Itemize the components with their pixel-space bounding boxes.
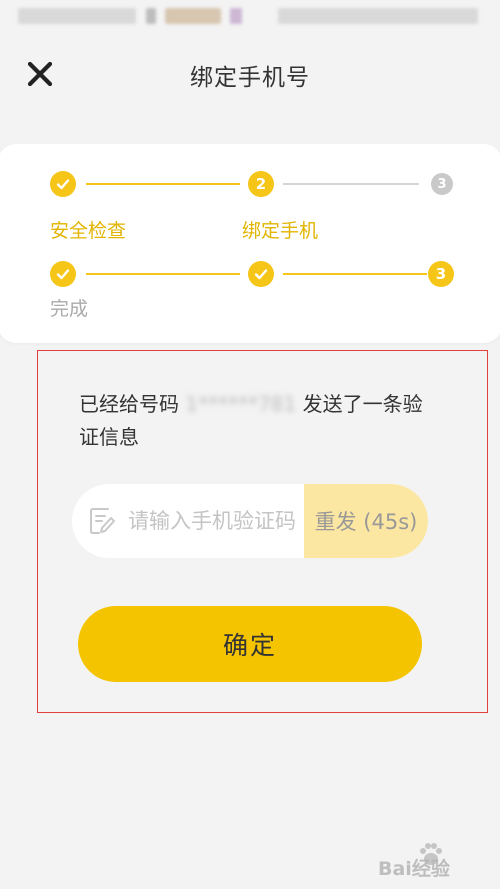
step-2-done-node bbox=[248, 261, 274, 287]
status-bar-blurred bbox=[278, 8, 478, 24]
step-connector-2 bbox=[283, 183, 419, 185]
masked-phone-number: 1******781 bbox=[185, 392, 297, 416]
status-bar bbox=[0, 0, 500, 38]
watermark-text: Bai经验 bbox=[378, 858, 450, 880]
step-3-node: 3 bbox=[431, 173, 453, 195]
sms-sent-message: 已经给号码 1******781 发送了一条验证信息 bbox=[79, 388, 439, 454]
step-label-complete: 完成 bbox=[50, 298, 89, 320]
status-bar-blurred bbox=[230, 8, 242, 24]
step-label-security: 安全检查 bbox=[50, 220, 127, 242]
check-icon bbox=[254, 269, 268, 280]
step-1-done-node bbox=[50, 261, 76, 287]
check-icon bbox=[56, 269, 70, 280]
step-2-node: 2 bbox=[248, 171, 274, 197]
step-connector-2 bbox=[283, 273, 427, 275]
edit-document-icon bbox=[90, 508, 115, 534]
resend-code-button[interactable]: 重发 (45s) bbox=[304, 484, 428, 558]
step-connector-1 bbox=[86, 183, 240, 185]
check-icon bbox=[56, 179, 70, 190]
confirm-button[interactable]: 确定 bbox=[78, 606, 422, 682]
status-bar-blurred bbox=[146, 8, 156, 24]
step-1-done-node bbox=[50, 171, 76, 197]
page-title: 绑定手机号 bbox=[190, 65, 310, 91]
step-label-bind-phone: 绑定手机 bbox=[242, 220, 319, 242]
sms-message-prefix: 已经给号码 bbox=[79, 392, 179, 416]
step-3-node: 3 bbox=[428, 261, 454, 287]
verification-code-input[interactable] bbox=[128, 498, 304, 544]
steps-card: 2 3 安全检查 绑定手机 3 完成 bbox=[0, 144, 500, 343]
nav-bar: 绑定手机号 bbox=[0, 48, 500, 104]
status-bar-blurred bbox=[18, 8, 136, 24]
step-connector-1 bbox=[86, 273, 240, 275]
status-bar-blurred bbox=[165, 8, 221, 24]
verification-code-field: 重发 (45s) bbox=[72, 484, 428, 558]
baidu-jingyan-watermark: Bai经验 bbox=[378, 838, 498, 884]
